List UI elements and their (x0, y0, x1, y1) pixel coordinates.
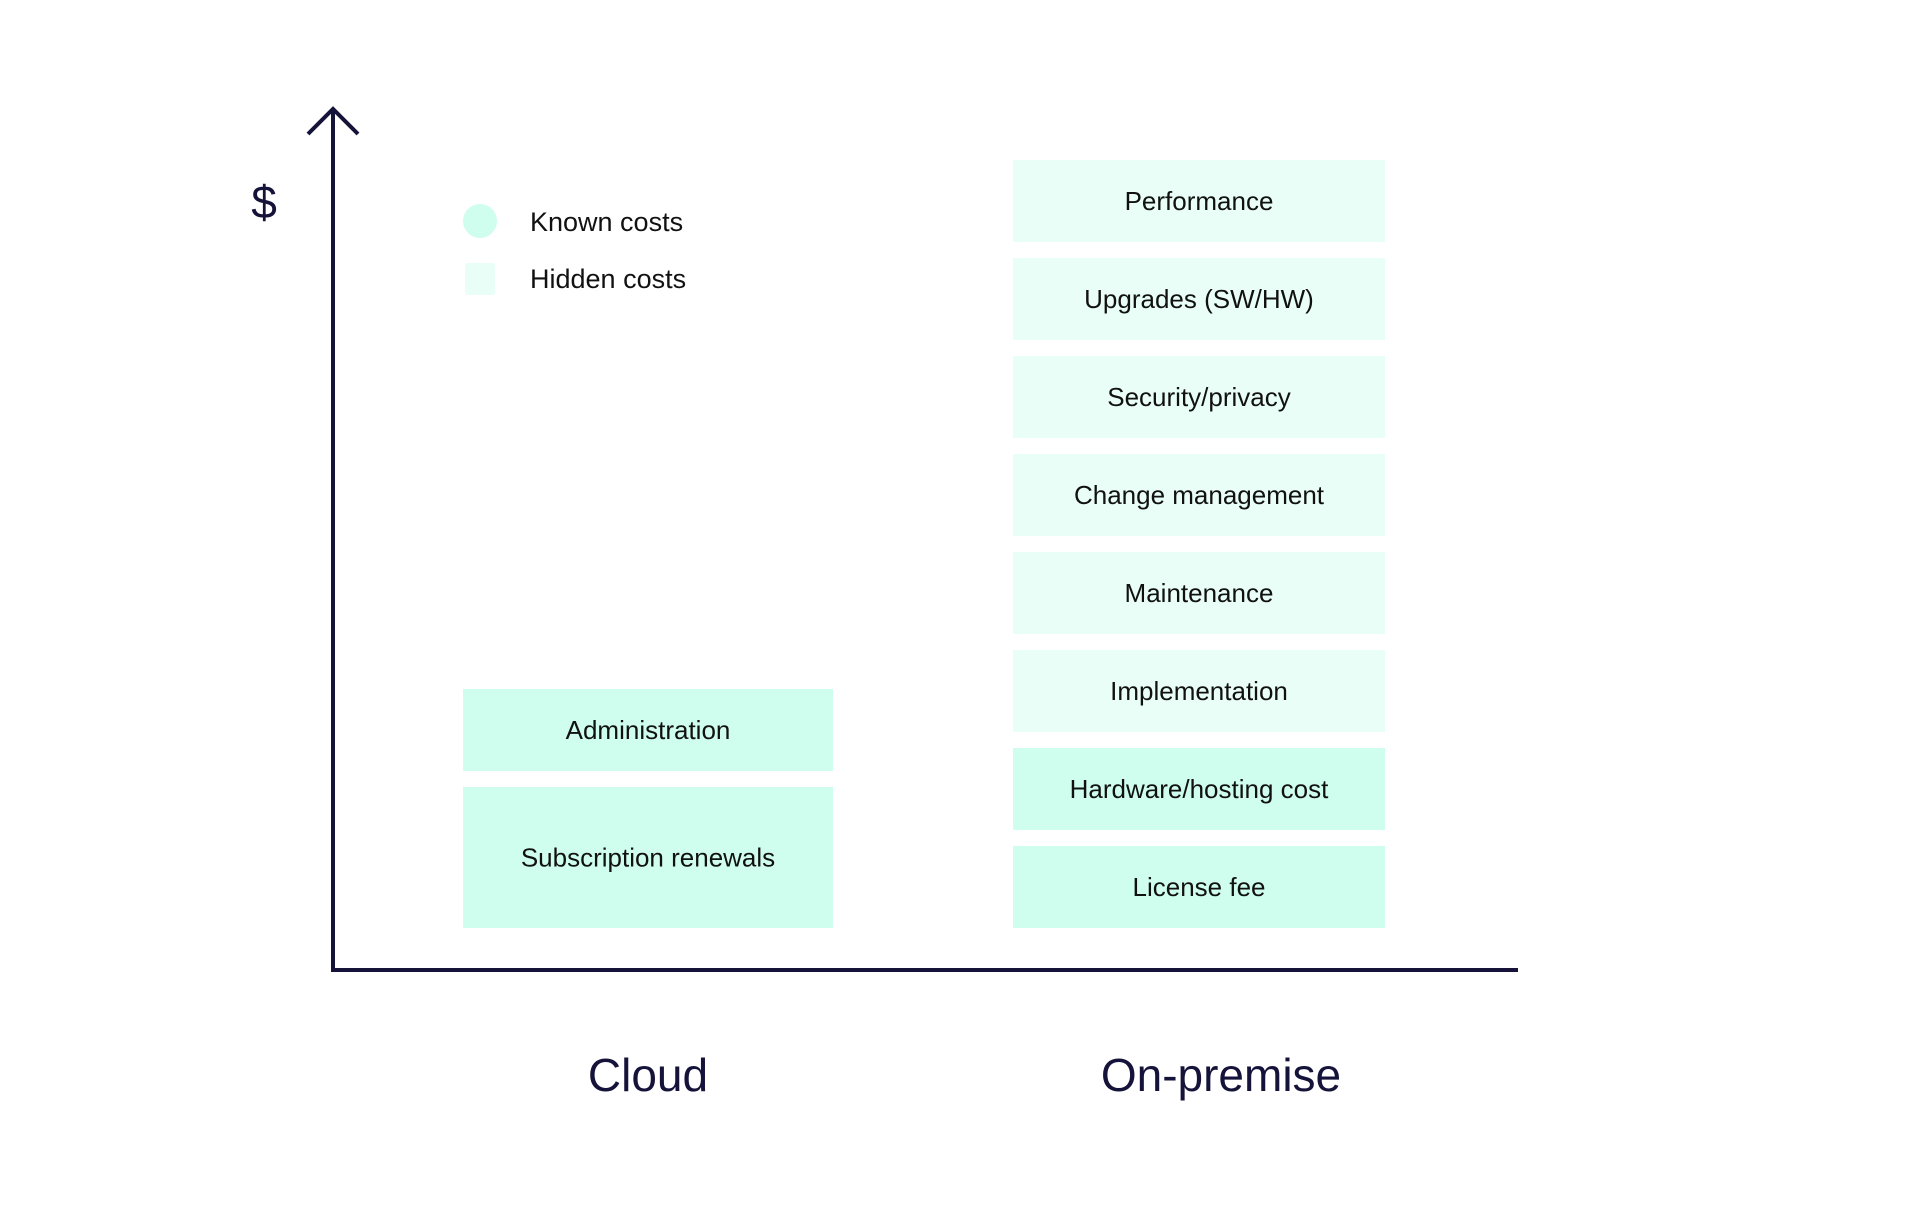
block-label-hardware-hosting-cost: Hardware/hosting cost (1070, 774, 1329, 804)
cost-comparison-chart: $ Known costs Hidden costs Subscription … (251, 106, 1518, 1101)
block-label-upgrades-sw-hw: Upgrades (SW/HW) (1084, 284, 1314, 314)
stack-on-premise: License fee Hardware/hosting cost Implemen… (1013, 160, 1385, 928)
legend-item-hidden: Hidden costs (465, 263, 686, 295)
block-label-performance: Performance (1125, 186, 1274, 216)
legend-marker-known (463, 204, 497, 238)
legend-item-known: Known costs (463, 204, 683, 238)
legend-label-hidden: Hidden costs (530, 264, 686, 294)
category-label-on-premise: On-premise (1101, 1049, 1341, 1101)
y-axis-label: $ (251, 176, 277, 228)
legend: Known costs Hidden costs (463, 204, 686, 295)
block-label-license-fee: License fee (1133, 872, 1266, 902)
block-label-administration: Administration (566, 715, 731, 745)
block-label-security-privacy: Security/privacy (1107, 382, 1291, 412)
legend-marker-hidden (465, 263, 495, 295)
block-label-implementation: Implementation (1110, 676, 1288, 706)
block-label-maintenance: Maintenance (1125, 578, 1274, 608)
block-label-subscription-renewals: Subscription renewals (521, 843, 775, 873)
block-label-change-management: Change management (1074, 480, 1325, 510)
category-label-cloud: Cloud (588, 1049, 708, 1101)
legend-label-known: Known costs (530, 207, 683, 237)
stack-cloud: Subscription renewals Administration (463, 689, 833, 928)
